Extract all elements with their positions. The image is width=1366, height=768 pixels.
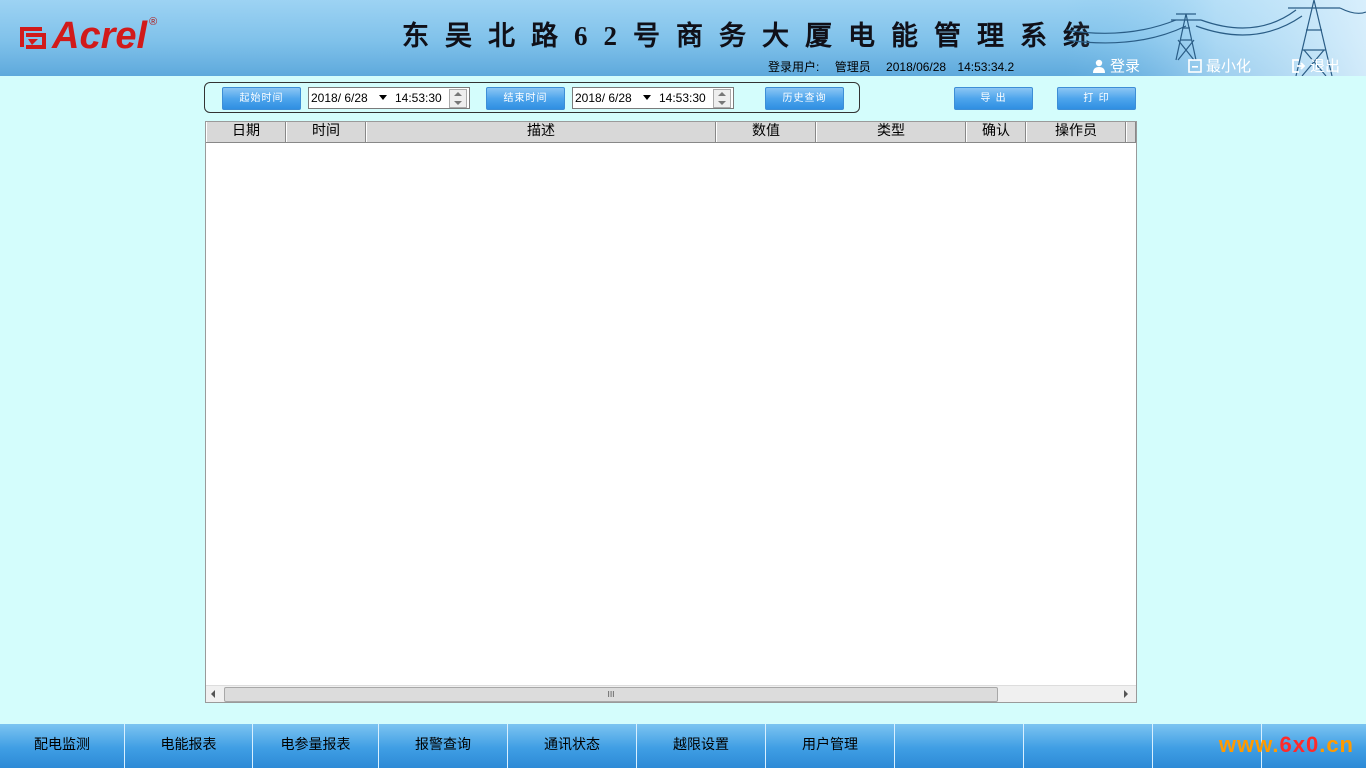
current-time: 14:53:34.2 [957,60,1015,74]
start-datetime-picker[interactable]: 2018/ 6/28 14:53:30 [308,87,470,109]
start-time-label: 起始时间 [239,93,284,104]
current-date: 2018/06/28 [886,60,947,74]
user-label: 登录用户: [768,60,820,74]
start-time-value[interactable]: 14:53:30 [395,88,447,108]
minimize-label: 最小化 [1206,57,1252,75]
minimize-icon [1188,58,1202,73]
minimize-button[interactable]: 最小化 [1188,55,1251,76]
header-bar: Acrel ® 东吴北路62号商务大厦电能管理系统 登录用户: 管理员 2018… [0,0,1366,76]
end-date-value[interactable]: 2018/ 6/28 [575,88,649,108]
login-user-info: 登录用户: 管理员 2018/06/28 14:53:34.2 [768,58,1026,75]
nav-item-energy-report[interactable]: 电能报表 [125,724,253,768]
nav-item-parameter-report[interactable]: 电参量报表 [253,724,379,768]
nav-item-user-management[interactable]: 用户管理 [766,724,895,768]
nav-item-power-monitoring[interactable]: 配电监测 [0,724,125,768]
watermark-prefix: www. [1218,732,1280,757]
user-icon [1093,59,1105,73]
chevron-down-icon[interactable] [643,95,651,100]
end-time-label: 结束时间 [503,93,548,104]
column-header-confirm[interactable]: 确认 [966,122,1026,142]
column-header-description[interactable]: 描述 [366,122,716,142]
exit-button[interactable]: 退出 [1292,55,1340,76]
user-name: 管理员 [834,60,871,74]
login-button[interactable]: 登录 [1092,55,1140,76]
watermark-accent: 6x0 [1279,732,1320,757]
column-header-type[interactable]: 类型 [816,122,966,142]
column-header-filler [1126,122,1136,142]
column-header-date[interactable]: 日期 [206,122,286,142]
history-query-label: 历史查询 [782,93,827,104]
column-header-operator[interactable]: 操作员 [1026,122,1126,142]
logout-icon [1292,58,1306,73]
spin-up-icon[interactable] [718,92,726,96]
column-header-value[interactable]: 数值 [716,122,816,142]
start-date-value[interactable]: 2018/ 6/28 [311,88,385,108]
bottom-navigation: 配电监测 电能报表 电参量报表 报警查询 通讯状态 越限设置 用户管理 www.… [0,724,1366,768]
alarm-history-table[interactable]: 日期 时间 描述 数值 类型 确认 操作员 III [205,121,1137,703]
scroll-left-icon[interactable] [211,690,215,698]
horizontal-scrollbar[interactable]: III [206,685,1136,702]
nav-item-limit-settings[interactable]: 越限设置 [637,724,766,768]
nav-item-empty-1[interactable] [895,724,1024,768]
chevron-down-icon[interactable] [379,95,387,100]
end-time-button[interactable]: 结束时间 [486,87,565,110]
exit-label: 退出 [1310,57,1341,75]
system-title: 东吴北路62号商务大厦电能管理系统 [402,21,1106,51]
registered-mark: ® [149,16,158,28]
scroll-right-icon[interactable] [1124,690,1128,698]
logo-text: Acrel [52,15,148,57]
end-datetime-picker[interactable]: 2018/ 6/28 14:53:30 [572,87,734,109]
history-query-button[interactable]: 历史查询 [765,87,844,110]
export-button[interactable]: 导 出 [954,87,1033,110]
acrel-logo: Acrel ® [18,14,157,58]
login-label: 登录 [1110,57,1141,75]
nav-item-alarm-query[interactable]: 报警查询 [379,724,508,768]
print-button[interactable]: 打 印 [1057,87,1136,110]
acrel-logo-icon [20,27,46,49]
end-time-spinner[interactable] [713,89,731,108]
table-header: 日期 时间 描述 数值 类型 确认 操作员 [206,122,1136,143]
start-time-spinner[interactable] [449,89,467,108]
end-time-value[interactable]: 14:53:30 [659,88,711,108]
watermark-suffix: .cn [1319,732,1354,757]
export-label: 导 出 [980,93,1007,104]
column-header-time[interactable]: 时间 [286,122,366,142]
spin-down-icon[interactable] [454,101,462,105]
site-watermark: www.6x0.cn [1219,732,1354,758]
nav-item-empty-2[interactable] [1024,724,1153,768]
start-time-button[interactable]: 起始时间 [222,87,301,110]
spin-down-icon[interactable] [718,101,726,105]
nav-item-comm-status[interactable]: 通讯状态 [508,724,637,768]
print-label: 打 印 [1083,93,1110,104]
spin-up-icon[interactable] [454,92,462,96]
scrollbar-thumb[interactable]: III [224,687,998,702]
